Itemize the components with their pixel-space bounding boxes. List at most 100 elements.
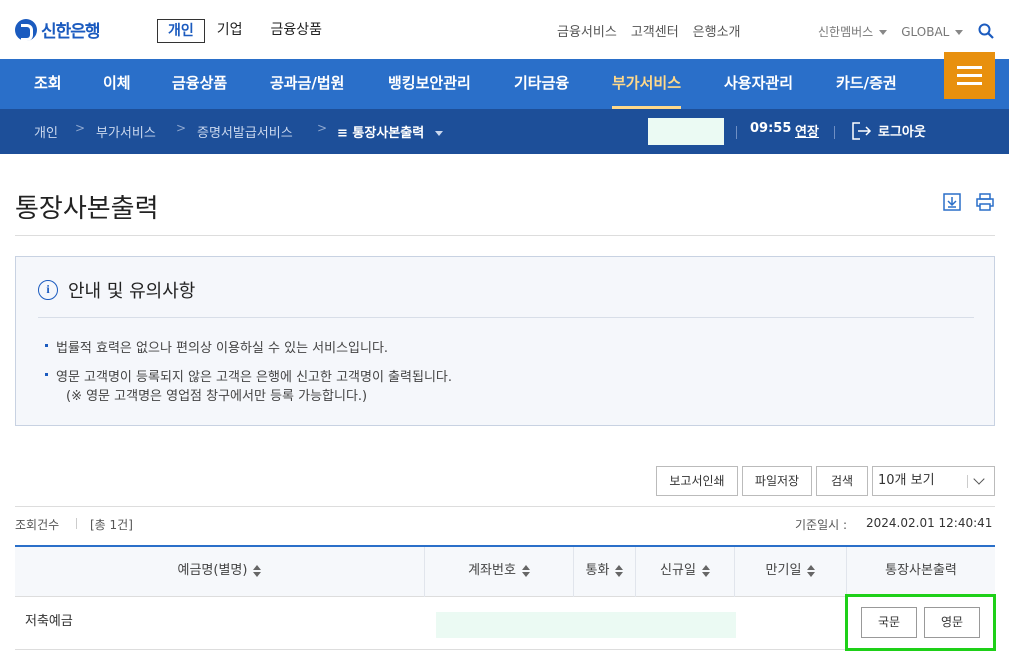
sort-icon bbox=[807, 564, 816, 577]
print-english-button[interactable]: 영문 bbox=[924, 607, 980, 638]
notice-heading: i 안내 및 유의사항 bbox=[38, 277, 195, 303]
utility-links: 금융서비스 고객센터 은행소개 bbox=[557, 21, 741, 40]
nav-other-finance[interactable]: 기타금융 bbox=[514, 59, 569, 109]
table-header: 예금명(별명) 계좌번호 통화 신규일 만기일 통장사본출력 bbox=[15, 545, 995, 597]
notice-subnote: (※ 영문 고객명은 영업점 창구에서만 등록 가능합니다.) bbox=[66, 389, 368, 404]
page-title: 통장사본출력 bbox=[15, 194, 159, 224]
list-icon: ≡ bbox=[337, 126, 353, 141]
caret-down-icon bbox=[955, 29, 964, 35]
download-icon[interactable] bbox=[942, 192, 962, 212]
bank-name: 신한은행 bbox=[41, 22, 101, 42]
base-datetime-value: 2024.02.01 12:40:41 bbox=[866, 516, 993, 530]
column-label: 신규일 bbox=[660, 563, 696, 578]
column-label: 통장사본출력 bbox=[885, 563, 957, 578]
masked-account-number bbox=[436, 612, 736, 638]
sort-icon bbox=[253, 564, 262, 577]
tab-personal[interactable]: 개인 bbox=[157, 19, 205, 43]
save-file-button[interactable]: 파일저장 bbox=[742, 466, 812, 496]
divider bbox=[736, 126, 737, 139]
global-dropdown[interactable]: GLOBAL bbox=[901, 24, 964, 39]
column-account-number[interactable]: 계좌번호 bbox=[425, 547, 574, 597]
caret-down-icon bbox=[434, 131, 443, 136]
session-timer: 09:55 bbox=[750, 121, 792, 136]
title-divider bbox=[15, 235, 995, 236]
breadcrumb-current: 통장사본출력 bbox=[352, 126, 425, 141]
account-name-cell: 저축예금 bbox=[25, 614, 73, 629]
page-size-select[interactable]: 10개 보기 bbox=[872, 466, 995, 496]
logout-icon bbox=[852, 121, 872, 140]
shinhan-members-dropdown[interactable]: 신한멤버스 bbox=[818, 23, 888, 40]
menu-icon-bar bbox=[957, 74, 982, 77]
column-account-name[interactable]: 예금명(별명) bbox=[15, 547, 425, 597]
nav-utilities-court[interactable]: 공과금/법원 bbox=[270, 59, 344, 109]
divider bbox=[834, 126, 835, 139]
page-size-value: 10개 보기 bbox=[878, 473, 935, 488]
column-label: 계좌번호 bbox=[468, 563, 516, 578]
top-bar: 신한은행 개인 기업 금융상품 금융서비스 고객센터 은행소개 신한멤버스 GL… bbox=[0, 0, 1009, 59]
result-count-value: [총 1건] bbox=[90, 518, 133, 532]
column-label: 통화 bbox=[585, 563, 610, 578]
main-nav: 조회 이체 금융상품 공과금/법원 뱅킹보안관리 기타금융 부가서비스 사용자관… bbox=[0, 59, 1009, 109]
nav-transfer[interactable]: 이체 bbox=[103, 59, 131, 109]
shinhan-logo-icon bbox=[15, 18, 37, 41]
tab-corporate[interactable]: 기업 bbox=[211, 19, 249, 43]
column-label: 만기일 bbox=[765, 563, 802, 578]
breadcrumb-additional-services[interactable]: 부가서비스 bbox=[96, 122, 156, 141]
sort-icon bbox=[521, 564, 530, 577]
masked-user-name bbox=[648, 118, 724, 145]
session-extend-link[interactable]: 연장 bbox=[795, 121, 819, 140]
menu-button[interactable] bbox=[944, 52, 995, 99]
column-open-date[interactable]: 신규일 bbox=[636, 547, 735, 597]
nav-inquiry[interactable]: 조회 bbox=[34, 59, 62, 109]
divider bbox=[76, 518, 77, 529]
global-label: GLOBAL bbox=[901, 24, 950, 39]
tab-products[interactable]: 금융상품 bbox=[265, 19, 329, 43]
shinhan-members-label: 신한멤버스 bbox=[818, 25, 874, 39]
result-count-label: 조회건수 bbox=[15, 518, 60, 532]
search-icon[interactable] bbox=[978, 23, 994, 39]
info-icon: i bbox=[38, 280, 58, 300]
column-passbook-print: 통장사본출력 bbox=[847, 547, 995, 597]
breadcrumb: 개인 > 부가서비스 > 증명서발급서비스 > ≡ 통장사본출력 09:55 연… bbox=[0, 109, 1009, 154]
logout-button[interactable]: 로그아웃 bbox=[852, 121, 926, 140]
chevron-right-icon: > bbox=[176, 121, 187, 135]
select-divider bbox=[967, 475, 968, 488]
print-icon[interactable] bbox=[975, 192, 995, 212]
column-label: 예금명(별명) bbox=[177, 563, 248, 578]
sort-icon bbox=[615, 564, 624, 577]
caret-down-icon bbox=[879, 30, 888, 35]
segment-tabs: 개인 기업 금융상품 bbox=[157, 19, 328, 43]
link-bank-intro[interactable]: 은행소개 bbox=[693, 21, 741, 40]
nav-card-securities[interactable]: 카드/증권 bbox=[836, 59, 897, 109]
nav-products[interactable]: 금융상품 bbox=[172, 59, 227, 109]
link-customer-center[interactable]: 고객센터 bbox=[631, 21, 679, 40]
column-maturity-date[interactable]: 만기일 bbox=[735, 547, 847, 597]
sort-icon bbox=[701, 564, 710, 577]
print-korean-button[interactable]: 국문 bbox=[861, 607, 917, 638]
chevron-right-icon: > bbox=[75, 121, 86, 135]
breadcrumb-personal[interactable]: 개인 bbox=[34, 122, 58, 141]
column-currency[interactable]: 통화 bbox=[574, 547, 636, 597]
print-report-button[interactable]: 보고서인쇄 bbox=[656, 466, 738, 496]
notice-box: i 안내 및 유의사항 법률적 효력은 없으나 편의상 이용하실 수 있는 서비… bbox=[15, 256, 995, 426]
menu-icon-bar bbox=[957, 82, 982, 85]
chevron-right-icon: > bbox=[317, 121, 328, 135]
notice-item: 법률적 효력은 없으나 편의상 이용하실 수 있는 서비스입니다. bbox=[44, 337, 388, 356]
toolbar-divider bbox=[15, 506, 995, 507]
nav-banking-security[interactable]: 뱅킹보안관리 bbox=[388, 59, 471, 109]
nav-additional-services[interactable]: 부가서비스 bbox=[612, 59, 682, 109]
breadcrumb-current-dropdown[interactable]: ≡ 통장사본출력 bbox=[337, 122, 443, 141]
search-button[interactable]: 검색 bbox=[816, 466, 868, 496]
base-datetime-label: 기준일시 : bbox=[795, 518, 848, 532]
nav-user-management[interactable]: 사용자관리 bbox=[724, 59, 793, 109]
menu-icon-bar bbox=[957, 66, 982, 69]
utility-dropdowns: 신한멤버스 GLOBAL bbox=[818, 23, 964, 40]
breadcrumb-certificate-service[interactable]: 증명서발급서비스 bbox=[197, 122, 293, 141]
link-financial-services[interactable]: 금융서비스 bbox=[557, 21, 617, 40]
bank-logo[interactable]: 신한은행 bbox=[15, 17, 101, 42]
logout-label: 로그아웃 bbox=[878, 125, 926, 140]
chevron-down-icon bbox=[973, 473, 985, 485]
notice-title: 안내 및 유의사항 bbox=[68, 281, 196, 302]
notice-divider bbox=[38, 317, 974, 318]
notice-item: 영문 고객명이 등록되지 않은 고객은 은행에 신고한 고객명이 출력됩니다. bbox=[45, 366, 452, 385]
